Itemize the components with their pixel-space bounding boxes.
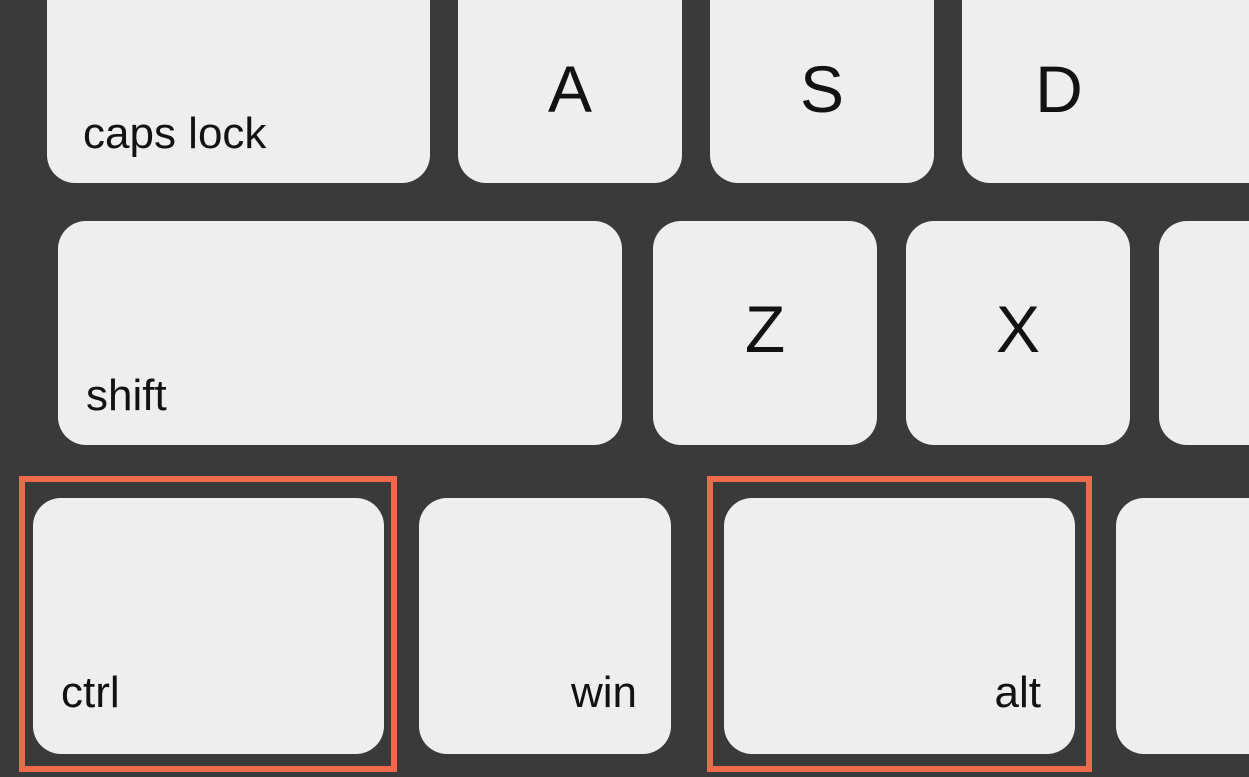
key-d[interactable]: D	[962, 0, 1249, 183]
key-caps-lock[interactable]: caps lock	[47, 0, 430, 183]
key-label: D	[1035, 51, 1083, 127]
key-x[interactable]: X	[906, 221, 1130, 445]
key-win[interactable]: win	[419, 498, 671, 754]
key-z[interactable]: Z	[653, 221, 877, 445]
key-a[interactable]: A	[458, 0, 682, 183]
key-space[interactable]	[1116, 498, 1249, 754]
key-label: Z	[745, 291, 785, 367]
key-ctrl[interactable]: ctrl	[33, 498, 384, 754]
key-label: alt	[995, 668, 1041, 718]
key-c[interactable]: C	[1159, 221, 1249, 445]
key-label: ctrl	[61, 668, 120, 718]
key-label: win	[571, 668, 637, 718]
key-label: caps lock	[83, 109, 266, 159]
key-alt[interactable]: alt	[724, 498, 1075, 754]
key-label: shift	[86, 371, 167, 421]
key-label: S	[800, 51, 844, 127]
key-label: A	[548, 51, 592, 127]
key-shift[interactable]: shift	[58, 221, 622, 445]
key-s[interactable]: S	[710, 0, 934, 183]
key-label: X	[996, 291, 1040, 367]
